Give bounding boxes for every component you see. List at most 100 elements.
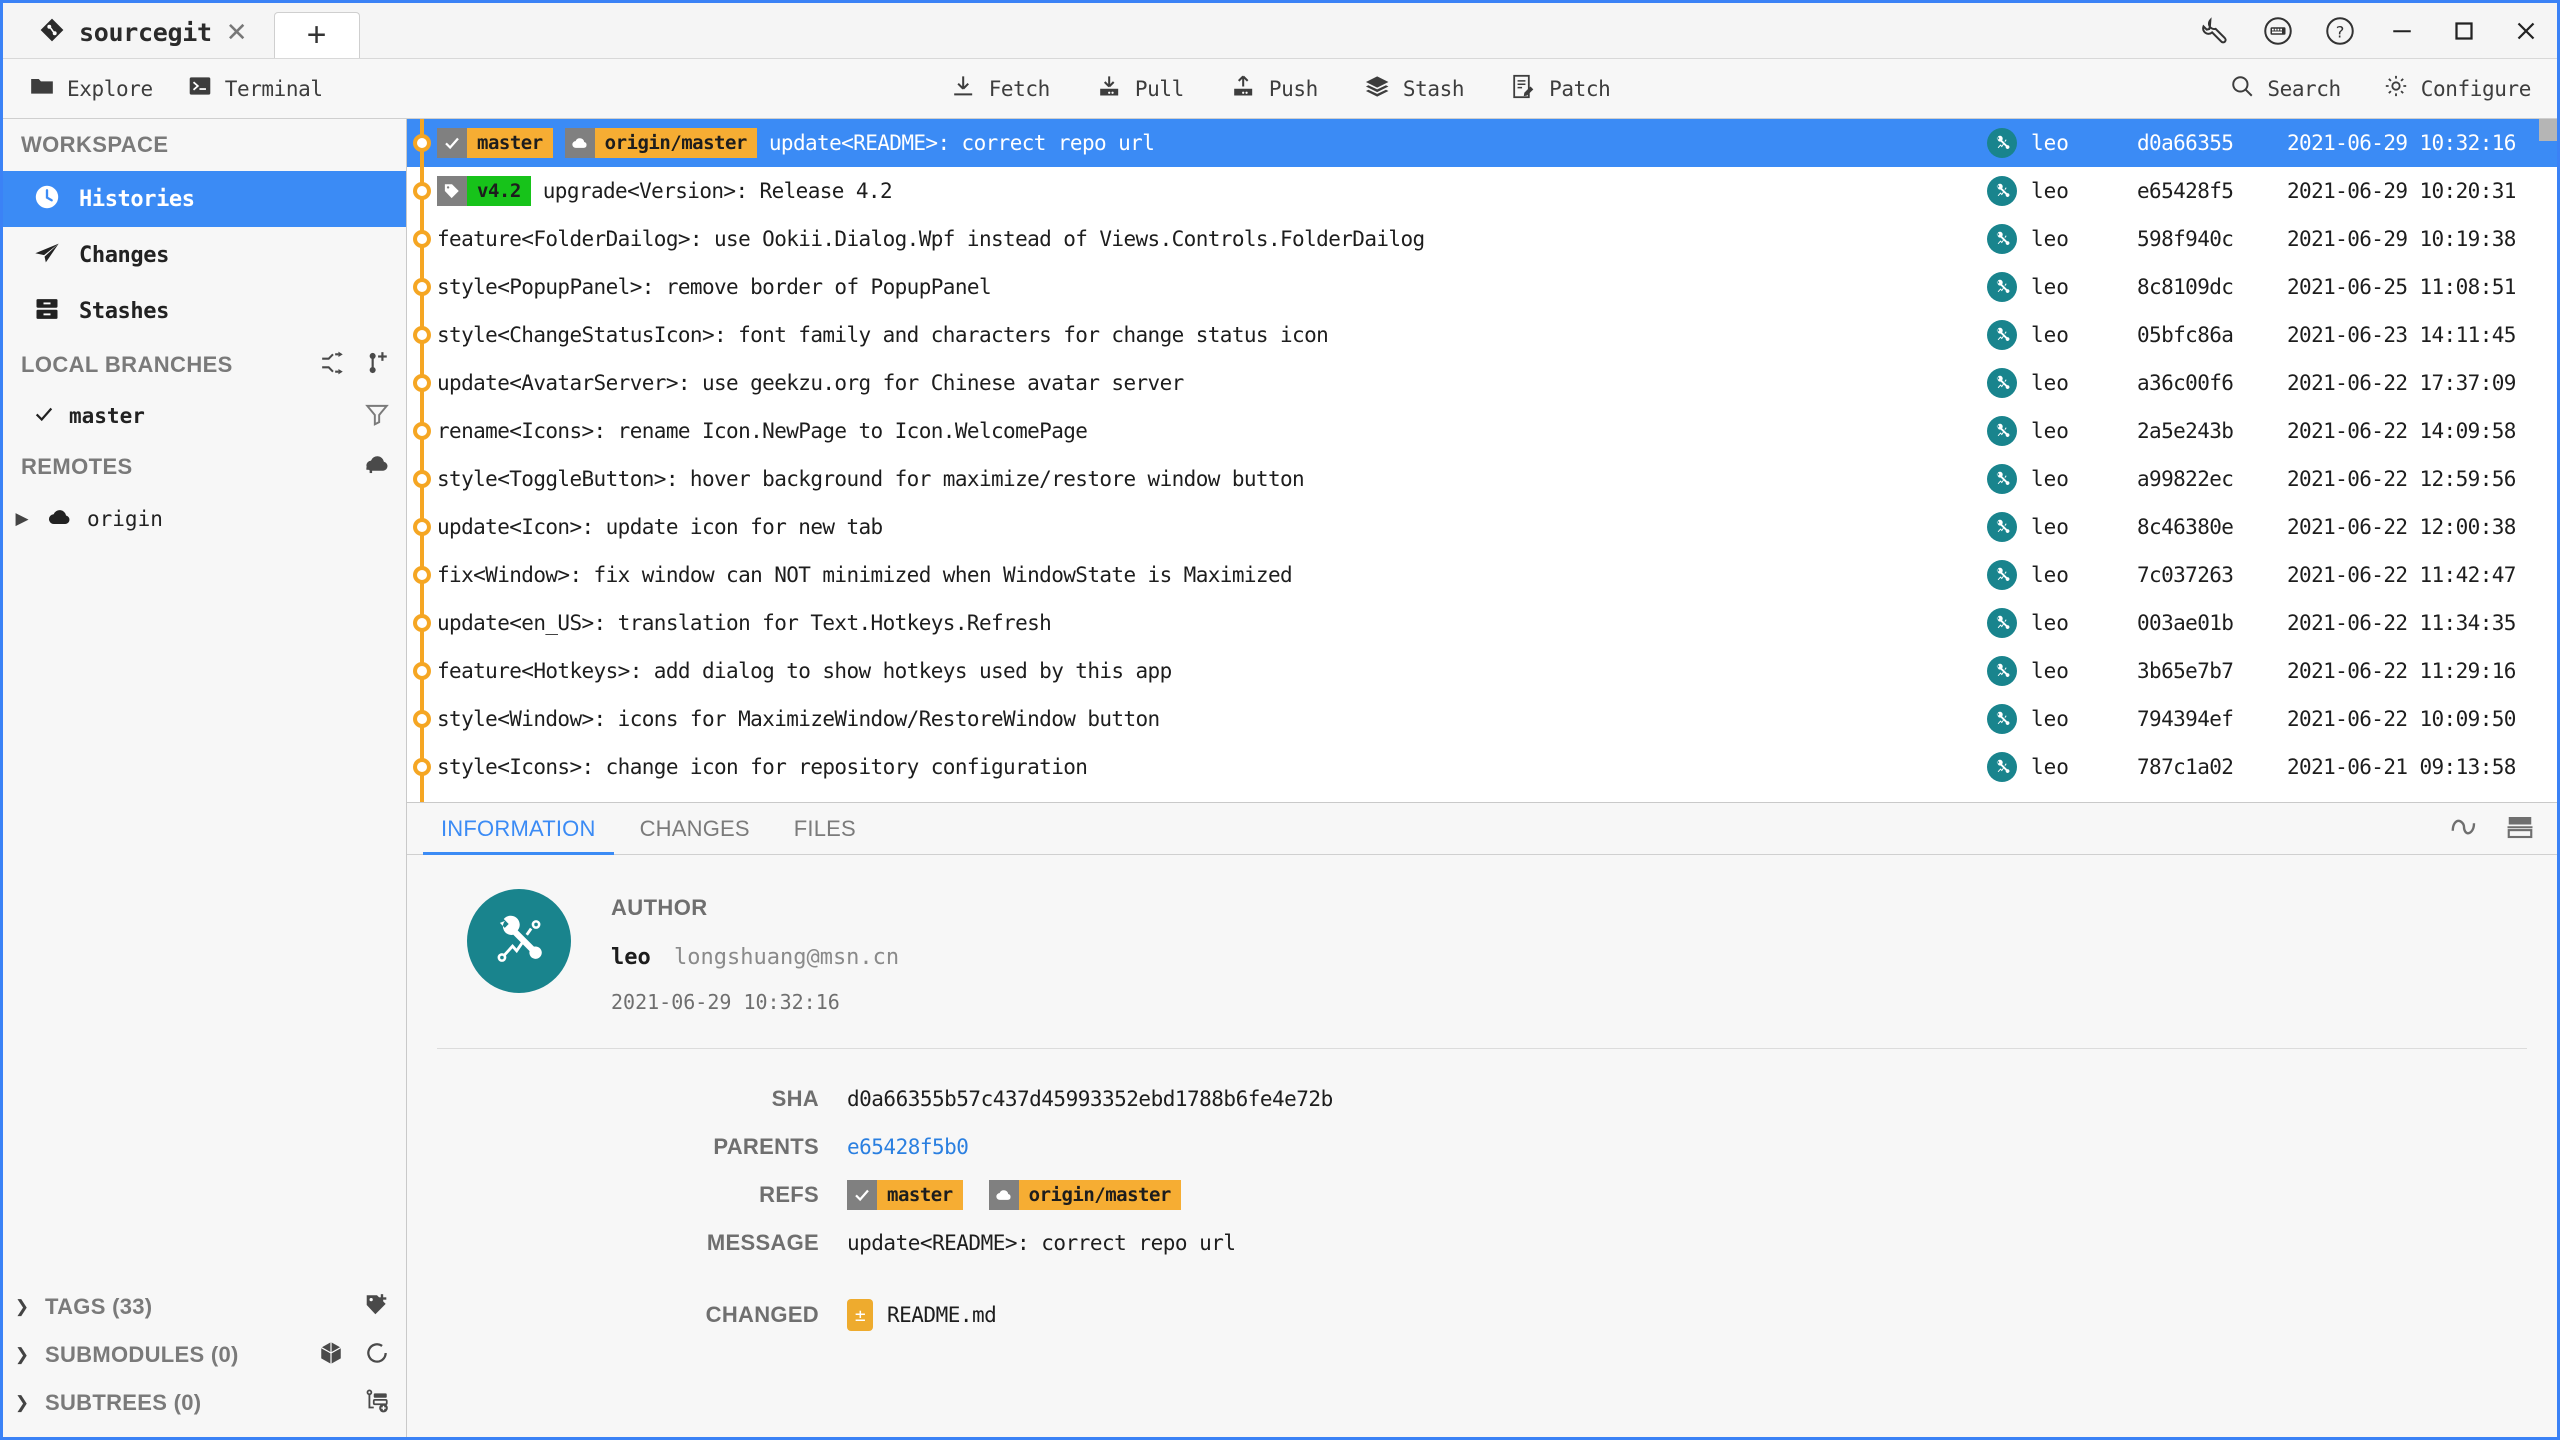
push-icon <box>1230 73 1257 105</box>
changed-file-name: README.md <box>887 1303 997 1327</box>
stash-label: Stash <box>1402 76 1465 101</box>
tab-files[interactable]: FILES <box>772 803 878 854</box>
commit-list[interactable]: master origin/master update<README>: corre… <box>407 119 2557 803</box>
sidebar-section-tags-label: TAGS (33) <box>45 1294 153 1319</box>
commit-subject-cell: style<ChangeStatusIcon>: font family and… <box>407 323 1987 347</box>
commit-decorator[interactable]: origin/master <box>988 1180 1181 1210</box>
commit-author-name: leo <box>2031 371 2069 395</box>
sidebar-section-submodules[interactable]: ❯ SUBMODULES (0) <box>3 1331 406 1379</box>
commit-list-scrollbar[interactable] <box>2539 119 2557 141</box>
application-window: sourcegit ✕ + ? Explore Terminal Fetch P… <box>0 0 2560 1440</box>
avatar <box>1987 224 2017 254</box>
commit-row[interactable]: update<en_US>: translation for Text.Hotk… <box>407 599 2557 647</box>
search-button[interactable]: Search <box>2229 73 2341 104</box>
commit-decorator[interactable]: origin/master <box>564 128 757 158</box>
commit-sha: 8c46380e <box>2137 515 2234 539</box>
commit-author-name: leo <box>2031 419 2069 443</box>
explore-button[interactable]: Explore <box>29 73 153 104</box>
commit-row[interactable]: update<Icon>: update icon for new tab leo… <box>407 503 2557 551</box>
remotes-header-actions <box>363 451 390 483</box>
tab-changes[interactable]: CHANGES <box>618 803 772 854</box>
refresh-icon[interactable] <box>364 1340 390 1371</box>
help-icon[interactable]: ? <box>2309 3 2371 58</box>
commit-sha: 2a5e243b <box>2137 419 2234 443</box>
chevron-right-icon[interactable]: ▶ <box>11 509 33 529</box>
commit-author-cell: leo <box>1987 752 2137 782</box>
layout-icon[interactable] <box>2505 812 2535 847</box>
commit-row[interactable]: style<ChangeStatusIcon>: font family and… <box>407 311 2557 359</box>
maximize-icon[interactable] <box>2433 3 2495 58</box>
commit-time: 2021-06-22 14:09:58 <box>2287 419 2516 443</box>
commit-row[interactable]: update<AvatarServer>: use geekzu.org for… <box>407 359 2557 407</box>
repository-tab-label: sourcegit <box>79 17 212 47</box>
chevron-right-icon[interactable]: ❯ <box>11 1345 33 1365</box>
detail-row-message: MESSAGE update<README>: correct repo url <box>407 1219 2557 1267</box>
commit-subject: update<AvatarServer>: use geekzu.org for… <box>437 371 1184 395</box>
detail-value-parents[interactable]: e65428f5b0 <box>847 1135 969 1159</box>
commit-subject: style<ToggleButton>: hover background fo… <box>437 467 1305 491</box>
avatar <box>1987 656 2017 686</box>
commit-row[interactable]: rename<Icons>: rename Icon.NewPage to Ic… <box>407 407 2557 455</box>
commit-author-cell: leo <box>1987 320 2137 350</box>
add-remote-icon[interactable] <box>363 451 390 483</box>
commit-sha: 794394ef <box>2137 707 2234 731</box>
commit-decorator[interactable]: master <box>437 128 553 158</box>
sidebar-item-changes[interactable]: Changes <box>3 227 406 283</box>
commit-row[interactable]: style<Window>: icons for MaximizeWindow/… <box>407 695 2557 743</box>
commit-row[interactable]: style<Icons>: change icon for repository… <box>407 743 2557 791</box>
patch-button[interactable]: Patch <box>1510 73 1611 105</box>
wave-icon[interactable] <box>2449 812 2479 847</box>
commit-subject: style<ChangeStatusIcon>: font family and… <box>437 323 1329 347</box>
commit-author-cell: leo <box>1987 128 2137 158</box>
configure-button[interactable]: Configure <box>2383 73 2531 104</box>
detail-value-changed[interactable]: ± README.md <box>847 1299 997 1331</box>
new-branch-icon[interactable] <box>364 350 390 381</box>
stash-button[interactable]: Stash <box>1364 73 1464 105</box>
filter-icon[interactable] <box>364 401 390 432</box>
commit-decorator[interactable]: master <box>847 1180 963 1210</box>
add-subtree-icon[interactable] <box>364 1388 390 1419</box>
fetch-icon <box>950 73 977 105</box>
add-tag-icon[interactable] <box>364 1292 390 1323</box>
tab-information[interactable]: INFORMATION <box>419 803 618 855</box>
wrench-icon[interactable] <box>2185 3 2247 58</box>
check-icon <box>33 403 55 430</box>
commit-row[interactable]: fix<Window>: fix window can NOT minimize… <box>407 551 2557 599</box>
toolbar-right-group: Search Configure <box>2229 73 2531 104</box>
chevron-right-icon[interactable]: ❯ <box>11 1393 33 1413</box>
close-icon[interactable] <box>2495 3 2557 58</box>
commit-row[interactable]: feature<FolderDailog>: use Ookii.Dialog.… <box>407 215 2557 263</box>
minimize-icon[interactable] <box>2371 3 2433 58</box>
commit-row[interactable]: style<ToggleButton>: hover background fo… <box>407 455 2557 503</box>
sidebar-remote-origin[interactable]: ▶ origin <box>3 493 406 545</box>
chevron-right-icon[interactable]: ❯ <box>11 1297 33 1317</box>
sidebar-section-tags[interactable]: ❯ TAGS (33) <box>3 1283 406 1331</box>
new-tab-button[interactable]: + <box>273 12 360 58</box>
detail-key-sha: SHA <box>771 1086 819 1111</box>
sidebar-branch-master[interactable]: master <box>3 391 406 441</box>
sidebar-item-stashes[interactable]: Stashes <box>3 283 406 339</box>
commit-author-name: leo <box>2031 131 2069 155</box>
sort-branches-icon[interactable] <box>320 350 346 381</box>
toolbar-left-group: Explore Terminal <box>29 73 323 104</box>
sidebar-section-subtrees[interactable]: ❯ SUBTREES (0) <box>3 1379 406 1427</box>
close-tab-icon[interactable]: ✕ <box>226 19 248 45</box>
commit-subject-cell: feature<FolderDailog>: use Ookii.Dialog.… <box>407 227 1987 251</box>
push-button[interactable]: Push <box>1230 73 1318 105</box>
commit-sha: 05bfc86a <box>2137 323 2234 347</box>
sidebar-item-histories[interactable]: Histories <box>3 171 406 227</box>
commit-row[interactable]: feature<Hotkeys>: add dialog to show hot… <box>407 647 2557 695</box>
commit-row[interactable]: v4.2 upgrade<Version>: Release 4.2 leo e654… <box>407 167 2557 215</box>
avatar <box>1987 128 2017 158</box>
terminal-button[interactable]: Terminal <box>187 73 323 104</box>
detail-key-message: MESSAGE <box>706 1230 819 1255</box>
folder-icon <box>29 73 55 104</box>
commit-row[interactable]: master origin/master update<README>: corre… <box>407 119 2557 167</box>
keyboard-icon[interactable] <box>2247 3 2309 58</box>
commit-row[interactable]: style<PopupPanel>: remove border of Popu… <box>407 263 2557 311</box>
repository-tab[interactable]: sourcegit ✕ <box>17 6 270 58</box>
fetch-button[interactable]: Fetch <box>950 73 1050 105</box>
commit-decorator[interactable]: v4.2 <box>437 176 531 206</box>
pull-button[interactable]: Pull <box>1096 73 1184 105</box>
cube-icon[interactable] <box>318 1340 344 1371</box>
